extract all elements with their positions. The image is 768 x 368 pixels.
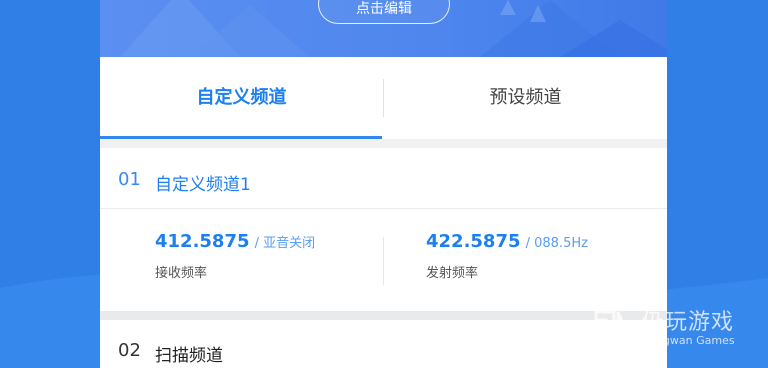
watermark-logo-icon [594,310,635,348]
tab-custom-channels[interactable]: 自定义频道 [100,57,383,139]
transmit-ctcss: / 088.5Hz [525,236,588,251]
receive-frequency[interactable]: 412.5875 / 亚音关闭 接收频率 [155,231,315,281]
section-separator [100,139,667,148]
channel-header-01[interactable]: 01 自定义频道1 [100,148,667,209]
receive-frequency-value: 412.5875 [155,231,250,252]
section-separator [100,311,667,320]
watermark-cn: 仍玩游戏 [642,310,735,335]
tab-bar: 自定义频道 预设频道 [100,57,667,139]
app-screen: 点击编辑 自定义频道 预设频道 01 自定义频道1 412.5875 / 亚音关… [100,0,667,368]
channel-title: 扫描频道 [155,346,223,366]
receive-frequency-label: 接收频率 [155,266,208,281]
channel-number: 01 [118,169,141,190]
edit-button[interactable]: 点击编辑 [318,0,450,24]
channel-title: 自定义频道1 [155,175,251,195]
transmit-frequency-value: 422.5875 [426,231,521,252]
frequency-panel: 412.5875 / 亚音关闭 接收频率 422.5875 / 088.5Hz … [100,209,667,311]
channel-header-02[interactable]: 02 扫描频道 [100,320,667,368]
transmit-frequency-label: 发射频率 [426,266,479,281]
channel-number: 02 [118,340,141,361]
receive-ctcss: / 亚音关闭 [254,236,316,251]
frequency-divider [383,237,384,285]
watermark-en: Rengwan Games [642,334,735,347]
watermark: 仍玩游戏 Rengwan Games [592,302,762,362]
tab-preset-channels[interactable]: 预设频道 [384,57,667,139]
header-banner: 点击编辑 [100,0,667,57]
transmit-frequency[interactable]: 422.5875 / 088.5Hz 发射频率 [426,231,588,281]
